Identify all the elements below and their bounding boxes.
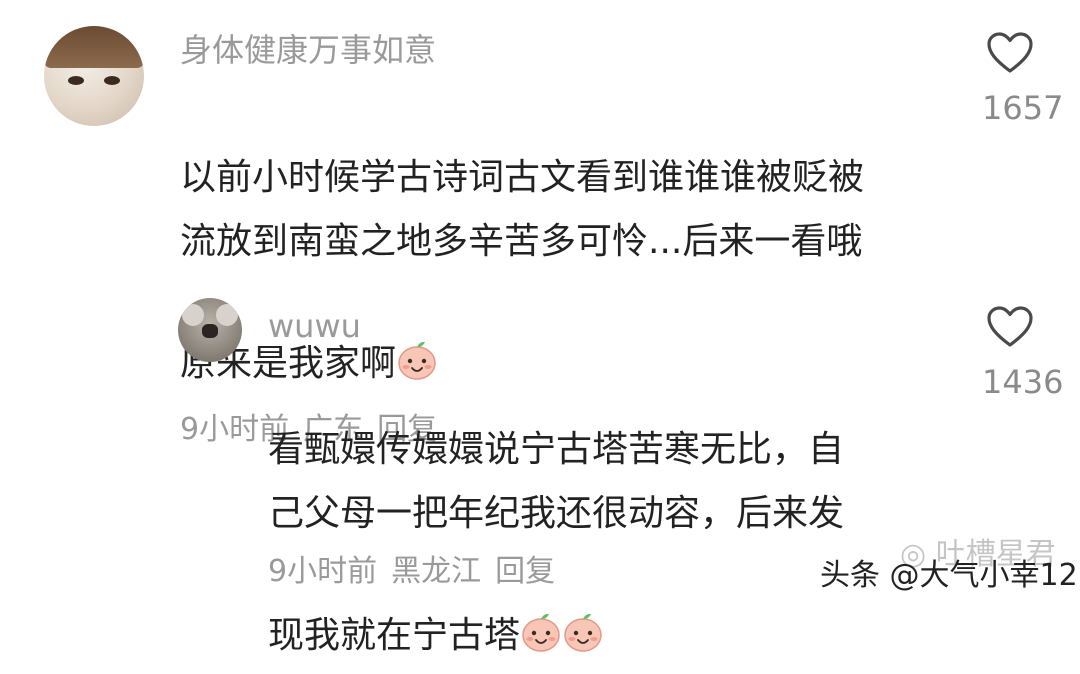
comment-meta: 9小时前 黑龙江 回复 — [268, 552, 569, 592]
avatar-ear — [216, 304, 238, 326]
avatar-ear — [182, 304, 204, 326]
reply-button[interactable]: 回复 — [495, 554, 555, 589]
heart-outline-icon[interactable] — [987, 306, 1033, 348]
avatar-nose — [202, 324, 218, 338]
heart-outline-icon[interactable] — [987, 32, 1033, 74]
comment-location: 黑龙江 — [391, 554, 482, 589]
avatar[interactable] — [44, 26, 144, 126]
like-count: 1657 — [982, 89, 1064, 127]
like-button[interactable]: 1657 — [982, 32, 1064, 128]
emoji-svg — [564, 613, 602, 652]
comment-text-body: 以前小时候学古诗词古文看到谁谁谁被贬被 流放到南蛮之地多辛苦多可怜...后来一看… — [180, 157, 865, 384]
comment-time: 9小时前 — [268, 554, 378, 589]
like-count: 1436 — [982, 363, 1064, 401]
toutiao-watermark: 头条 @大气小幸123 — [820, 558, 1080, 593]
emoji-svg — [522, 613, 560, 652]
avatar-eye — [68, 76, 84, 85]
comment-text: 看甄嬛传嬛嬛说宁古塔苦寒无比，自 己父母一把年纪我还很动容，后来发 现我就在宁古… — [268, 354, 928, 668]
like-button[interactable]: 1436 — [982, 306, 1064, 402]
comment-username[interactable]: 身体健康万事如意 — [180, 30, 436, 70]
avatar-eye — [104, 76, 120, 85]
blush-face-emoji-icon — [396, 274, 438, 380]
avatar[interactable] — [178, 298, 242, 362]
avatar-hair — [44, 26, 144, 68]
comment-username[interactable]: wuwu — [268, 306, 361, 346]
